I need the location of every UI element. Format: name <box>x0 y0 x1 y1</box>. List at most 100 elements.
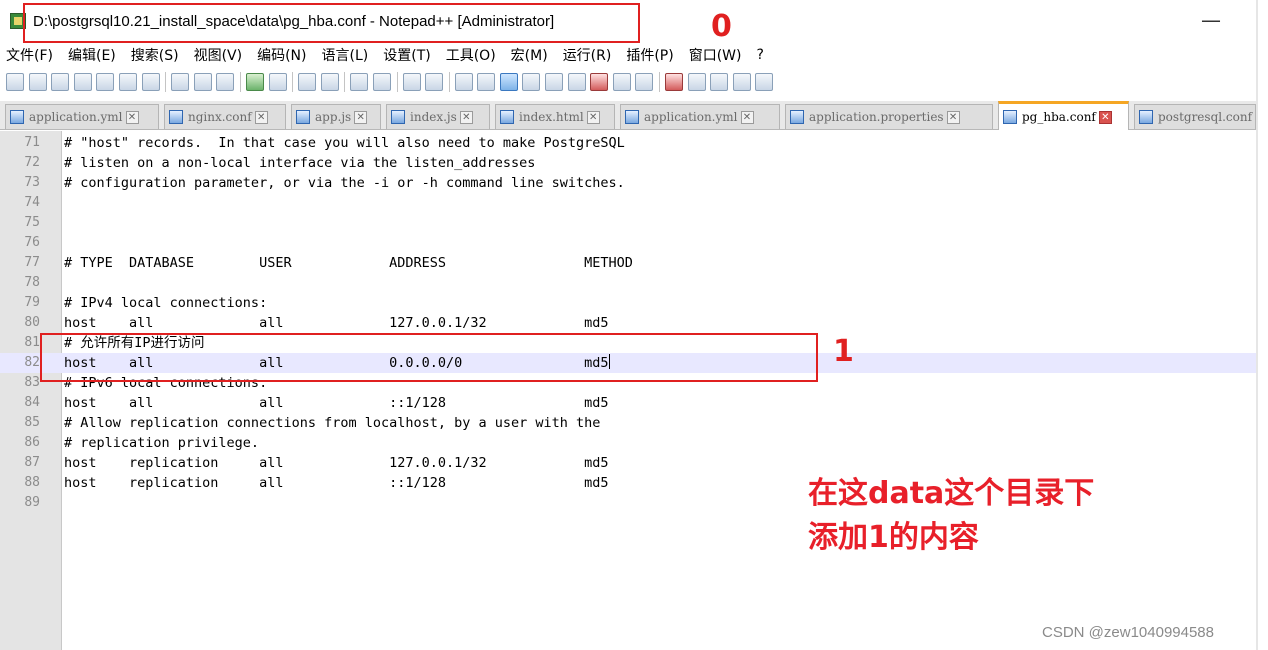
annotation-note-line: 在这data这个目录下 <box>808 476 1095 511</box>
line-number: 77 <box>24 255 40 270</box>
menu-language[interactable]: 语言(L) <box>322 45 369 65</box>
editor-area[interactable]: 71 # "host" records. In that case you wil… <box>0 131 1256 650</box>
tab-bar: application.yml ✕ nginx.conf ✕ app.js ✕ … <box>0 101 1256 130</box>
new-file-icon[interactable] <box>6 72 24 91</box>
line-text: # Allow replication connections from loc… <box>64 415 601 431</box>
zoom-out-icon[interactable] <box>372 72 391 91</box>
sync-vertical-icon[interactable] <box>402 72 421 91</box>
toolbar-separator <box>292 71 294 92</box>
menu-tools[interactable]: 工具(O) <box>446 45 496 65</box>
print-icon[interactable] <box>141 72 160 91</box>
line-number: 75 <box>24 215 40 230</box>
window-edge <box>1256 0 1258 650</box>
file-icon <box>1003 110 1017 124</box>
redo-icon[interactable] <box>268 72 287 91</box>
folder-workspace-icon[interactable] <box>590 72 609 91</box>
paste-icon[interactable] <box>216 72 235 91</box>
menu-run[interactable]: 运行(R) <box>563 45 612 65</box>
tab-close-icon[interactable]: ✕ <box>459 110 473 124</box>
monitoring-eye-icon[interactable] <box>635 72 654 91</box>
line-number: 74 <box>24 195 40 210</box>
editor-line[interactable]: 87 host replication all 127.0.0.1/32 md5 <box>0 453 1256 473</box>
file-icon <box>10 110 24 124</box>
record-macro-icon[interactable] <box>665 72 684 91</box>
tab-pg-hba-conf[interactable]: pg_hba.conf ✕ <box>998 101 1129 130</box>
open-file-icon[interactable] <box>28 72 47 91</box>
document-map-icon[interactable] <box>545 72 564 91</box>
menu-window[interactable]: 窗口(W) <box>689 45 742 65</box>
run-macro-multiple-icon[interactable] <box>732 72 751 91</box>
tab-index-js[interactable]: index.js ✕ <box>386 104 490 129</box>
editor-line[interactable]: 86 # replication privilege. <box>0 433 1256 453</box>
menu-encoding[interactable]: 编码(N) <box>257 45 306 65</box>
tab-close-icon[interactable]: ✕ <box>946 110 960 124</box>
editor-line[interactable]: 76 <box>0 233 1256 253</box>
menu-search[interactable]: 搜索(S) <box>131 45 179 65</box>
editor-line[interactable]: 71 # "host" records. In that case you wil… <box>0 133 1256 153</box>
tab-postgresql-conf[interactable]: postgresql.conf <box>1134 104 1256 129</box>
menu-view[interactable]: 视图(V) <box>194 45 243 65</box>
save-macro-icon[interactable] <box>755 72 774 91</box>
tab-close-icon[interactable]: ✕ <box>254 110 268 124</box>
editor-line[interactable]: 84 host all all ::1/128 md5 <box>0 393 1256 413</box>
tab-index-html[interactable]: index.html ✕ <box>495 104 615 129</box>
annotation-label-0: 0 <box>711 9 732 44</box>
menu-macro[interactable]: 宏(M) <box>511 45 548 65</box>
tab-close-icon[interactable]: ✕ <box>125 110 139 124</box>
line-number: 73 <box>24 175 40 190</box>
annotation-label-1: 1 <box>833 334 854 369</box>
save-all-icon[interactable] <box>73 72 92 91</box>
close-icon[interactable] <box>96 72 115 91</box>
tab-app-js[interactable]: app.js ✕ <box>291 104 381 129</box>
function-list-icon[interactable] <box>567 72 586 91</box>
sync-horizontal-icon[interactable] <box>425 72 444 91</box>
cut-icon[interactable] <box>171 72 190 91</box>
editor-line[interactable]: 74 <box>0 193 1256 213</box>
tab-close-icon[interactable]: ✕ <box>354 110 368 124</box>
editor-line[interactable]: 77 # TYPE DATABASE USER ADDRESS METHOD <box>0 253 1256 273</box>
language-icon[interactable] <box>522 72 541 91</box>
toolbar-separator <box>239 71 241 92</box>
line-number: 86 <box>24 435 40 450</box>
menu-file[interactable]: 文件(F) <box>6 45 53 65</box>
tab-nginx-conf[interactable]: nginx.conf ✕ <box>164 104 286 129</box>
menu-plugins[interactable]: 插件(P) <box>626 45 673 65</box>
line-number: 82 <box>24 355 40 370</box>
menu-settings[interactable]: 设置(T) <box>383 45 430 65</box>
undo-icon[interactable] <box>245 72 264 91</box>
editor-line[interactable]: 75 <box>0 213 1256 233</box>
menu-edit[interactable]: 编辑(E) <box>68 45 116 65</box>
show-all-characters-icon[interactable] <box>477 72 496 91</box>
line-text: host all all 127.0.0.1/32 md5 <box>64 315 609 331</box>
word-wrap-icon[interactable] <box>454 72 473 91</box>
editor-line[interactable]: 85 # Allow replication connections from l… <box>0 413 1256 433</box>
indent-guide-icon[interactable] <box>499 72 518 91</box>
menu-bar: 文件(F) 编辑(E) 搜索(S) 视图(V) 编码(N) 语言(L) 设置(T… <box>0 44 1256 66</box>
stop-recording-icon[interactable] <box>687 72 706 91</box>
editor-line[interactable]: 72 # listen on a non-local interface via … <box>0 153 1256 173</box>
tab-close-icon[interactable]: ✕ <box>586 110 600 124</box>
replace-icon[interactable] <box>320 72 339 91</box>
line-number: 80 <box>24 315 40 330</box>
line-number: 84 <box>24 395 40 410</box>
tab-close-icon[interactable]: ✕ <box>1098 110 1112 124</box>
play-macro-icon[interactable] <box>710 72 729 91</box>
line-text: # listen on a non-local interface via th… <box>64 155 536 171</box>
tab-close-icon[interactable]: ✕ <box>740 110 754 124</box>
editor-line[interactable]: 73 # configuration parameter, or via the … <box>0 173 1256 193</box>
save-icon[interactable] <box>51 72 70 91</box>
editor-line[interactable]: 78 <box>0 273 1256 293</box>
line-number: 78 <box>24 275 40 290</box>
tab-application-yml-2[interactable]: application.yml ✕ <box>620 104 780 129</box>
find-icon[interactable] <box>298 72 317 91</box>
editor-line[interactable]: 80 host all all 127.0.0.1/32 md5 <box>0 313 1256 333</box>
tab-application-yml[interactable]: application.yml ✕ <box>5 104 159 129</box>
tab-application-properties[interactable]: application.properties ✕ <box>785 104 993 129</box>
copy-icon[interactable] <box>193 72 212 91</box>
editor-line[interactable]: 79 # IPv4 local connections: <box>0 293 1256 313</box>
minimize-button[interactable]: — <box>1196 6 1226 36</box>
folder-icon[interactable] <box>612 72 631 91</box>
menu-help[interactable]: ? <box>757 47 764 63</box>
zoom-in-icon[interactable] <box>350 72 369 91</box>
close-all-icon[interactable] <box>118 72 137 91</box>
